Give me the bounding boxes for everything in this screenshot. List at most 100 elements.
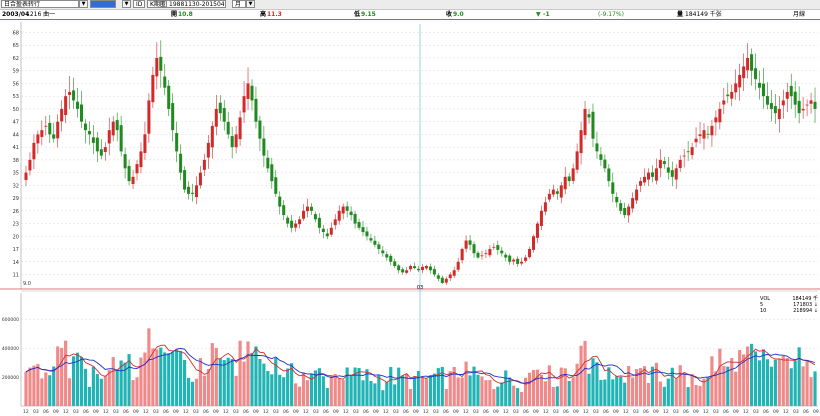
candle-body	[777, 108, 781, 120]
candle	[210, 121, 214, 159]
time-tick-label: 03	[633, 409, 639, 415]
stock-chart[interactable]: 11 14 17 20 23 26 29 32 35 38 41 44 47 50 53 56 59 62 65 68…	[0, 20, 820, 416]
time-tick-label: 09	[53, 409, 59, 415]
candle-body	[635, 189, 639, 201]
candle-body	[690, 147, 694, 156]
time-tick-label: 12	[143, 409, 149, 415]
candle	[805, 99, 809, 117]
time-tick-label: 03	[113, 409, 119, 415]
candle-body	[504, 254, 508, 258]
candle	[639, 177, 643, 193]
toolbar: 日合盈表转行 ▼ ▼ ID K期匿 19881130-20150413 月 ▼	[0, 0, 820, 10]
low-value: 9.15	[361, 11, 376, 18]
candle	[547, 189, 551, 203]
volume-bar	[496, 386, 500, 406]
volume-bar	[36, 364, 40, 406]
candle-body	[464, 240, 468, 249]
candle	[417, 266, 421, 273]
time-tick-label: 12	[63, 409, 69, 415]
candle	[528, 246, 532, 259]
stock-selector[interactable]: 日合盈表转行	[1, 0, 79, 8]
candle-body	[813, 101, 817, 109]
time-tick-label: 12	[463, 409, 469, 415]
candle-body	[373, 240, 377, 245]
period-type-select[interactable]: 月	[232, 0, 246, 8]
time-tick-label: 12	[263, 409, 269, 415]
field-dropdown-arrow-icon[interactable]: ▼	[122, 0, 131, 8]
candle-body	[127, 165, 131, 182]
low-label: 低	[354, 11, 361, 18]
candle	[742, 53, 746, 92]
time-tick-label: 09	[413, 409, 419, 415]
volume-bar	[797, 347, 801, 406]
candle-body	[107, 130, 111, 144]
time-tick-label: 12	[183, 409, 189, 415]
volume-value: 184149 千张	[685, 11, 722, 18]
candle-body	[714, 117, 718, 123]
candle-body	[91, 137, 95, 143]
volume-bar	[250, 352, 254, 406]
candle-body	[769, 103, 773, 109]
candle-body	[163, 76, 167, 88]
time-tick-label: 12	[423, 409, 429, 415]
candle-body	[95, 137, 99, 152]
candle-body	[789, 85, 793, 97]
candle	[603, 154, 607, 173]
legend-value: 218994 ↓	[793, 308, 818, 314]
candle-body	[278, 196, 282, 207]
volume-bar	[619, 376, 623, 406]
volume-bar	[611, 379, 615, 406]
candle-body	[250, 85, 254, 101]
candle-body	[650, 172, 654, 177]
candle-body	[528, 249, 532, 258]
time-tick-label: 09	[133, 409, 139, 415]
date-range-field[interactable]: 19881130-20150413	[166, 0, 226, 8]
volume-bar	[179, 350, 183, 406]
candle	[270, 158, 274, 189]
candle-body	[730, 91, 734, 99]
time-tick-label: 12	[703, 409, 709, 415]
candle-body	[555, 191, 559, 194]
candle-body	[444, 278, 448, 283]
volume-bar	[674, 378, 678, 406]
volume-bar	[492, 389, 496, 406]
volume-bar	[111, 357, 115, 406]
candle-body	[242, 96, 246, 113]
candle-body	[524, 257, 528, 261]
period-dropdown-arrow-icon[interactable]: ▼	[246, 0, 255, 8]
price-tick-label: 20	[13, 234, 19, 240]
volume-bar	[266, 371, 270, 406]
candle	[95, 131, 99, 163]
price-tick-label: 68	[13, 30, 19, 36]
field-selector[interactable]	[90, 0, 116, 8]
volume-bar	[262, 363, 266, 406]
stock-dropdown-arrow-icon[interactable]: ▼	[79, 0, 88, 8]
volume-bar	[527, 372, 532, 406]
volume-bar	[214, 347, 218, 406]
candle	[440, 275, 444, 284]
id-field[interactable]: ID	[133, 0, 145, 8]
time-tick-label: 06	[203, 409, 209, 415]
candle	[432, 265, 436, 277]
price-tick-label: 17	[13, 247, 19, 253]
volume-bar	[345, 367, 349, 406]
volume-bar	[424, 379, 429, 406]
candle	[143, 121, 147, 160]
candle-body	[619, 203, 623, 211]
candle	[595, 131, 599, 159]
time-tick-label: 09	[573, 409, 579, 415]
volume-bar	[468, 375, 472, 406]
candle	[389, 253, 393, 266]
candle-body	[56, 121, 60, 139]
volume-bar	[151, 348, 155, 406]
time-tick-label: 06	[723, 409, 729, 415]
candle	[381, 246, 385, 257]
time-tick-label: 06	[123, 409, 129, 415]
price-tick-label: 38	[13, 158, 19, 164]
volume-bar	[297, 386, 302, 406]
volume-bar	[373, 383, 377, 406]
candle-body	[611, 182, 615, 194]
candle	[500, 247, 504, 257]
quote-weekday: 1216 曲一	[26, 11, 56, 18]
candle	[290, 215, 294, 233]
